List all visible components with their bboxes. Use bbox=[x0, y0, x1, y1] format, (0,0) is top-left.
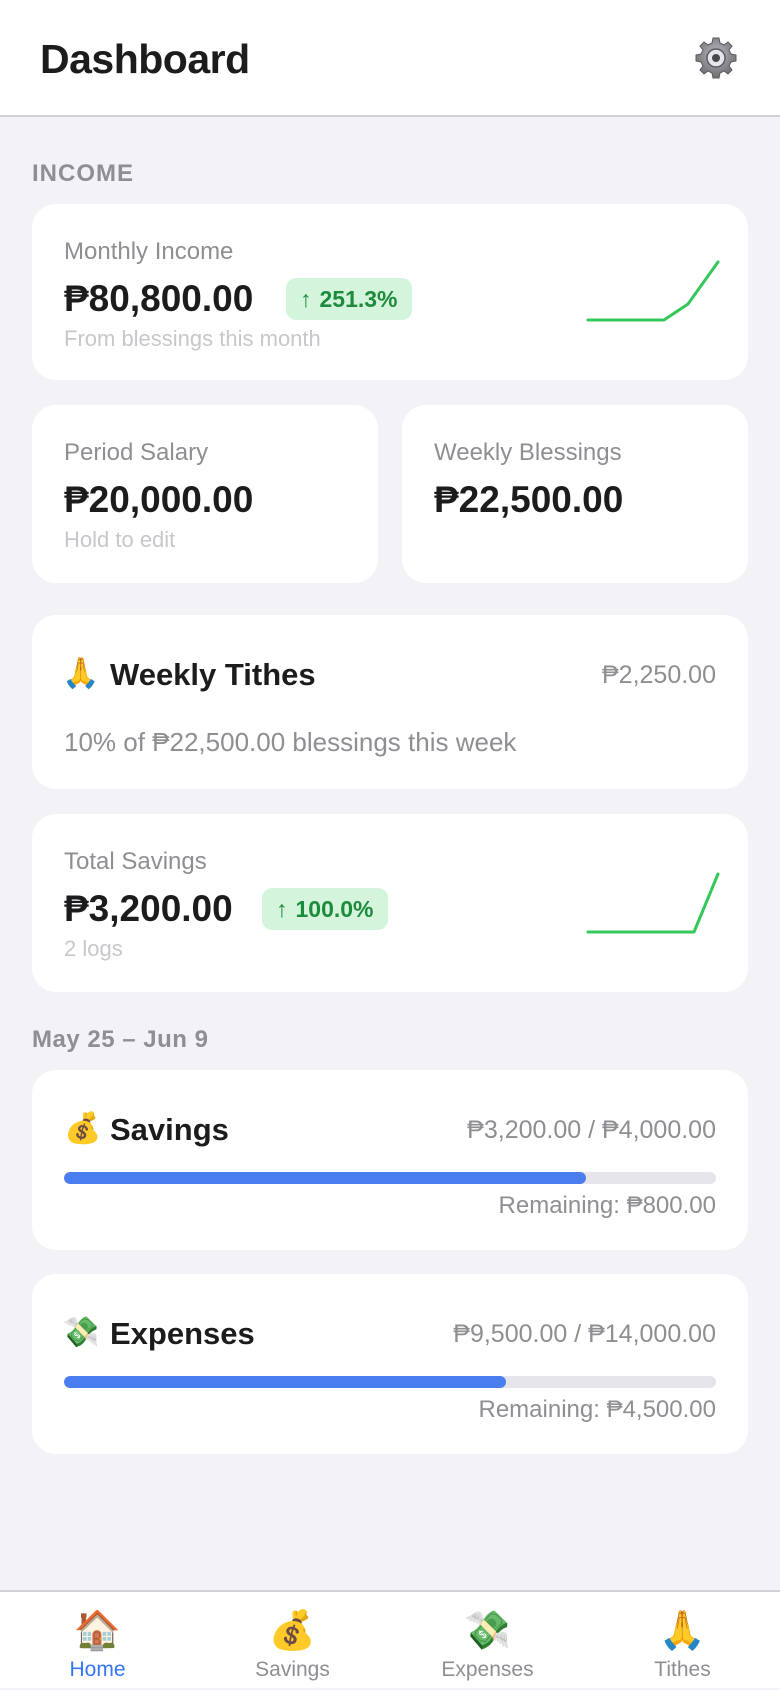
total-savings-label: Total Savings bbox=[64, 848, 207, 875]
tab-tithes-label: Tithes bbox=[654, 1658, 711, 1681]
period-salary-label: Period Salary bbox=[64, 439, 209, 466]
total-savings-note: 2 logs bbox=[64, 936, 123, 961]
expenses-budget-title: Expenses bbox=[110, 1316, 255, 1351]
weekly-blessings-amount: ₱22,500.00 bbox=[434, 479, 624, 520]
weekly-tithes-title: Weekly Tithes bbox=[110, 657, 316, 692]
savings-remaining: Remaining: ₱800.00 bbox=[498, 1192, 716, 1219]
weekly-tithes-card[interactable]: 🙏 Weekly Tithes ₱2,250.00 10% of ₱22,500… bbox=[32, 615, 748, 789]
expenses-budget-amount: ₱9,500.00 / ₱14,000.00 bbox=[453, 1320, 716, 1348]
tab-home-label: Home bbox=[69, 1658, 126, 1681]
monthly-income-note: From blessings this month bbox=[64, 326, 321, 351]
total-savings-sparkline bbox=[586, 872, 720, 934]
savings-budget-card[interactable]: 💰 Savings ₱3,200.00 / ₱4,000.00 Remainin… bbox=[32, 1070, 748, 1250]
total-savings-change-badge: ↑ 100.0% bbox=[262, 888, 388, 930]
total-savings-amount: ₱3,200.00 bbox=[64, 888, 233, 929]
monthly-income-change-badge: ↑ 251.3% bbox=[286, 278, 412, 320]
monthly-income-card[interactable]: Monthly Income ₱80,800.00 ↑ 251.3% From … bbox=[32, 204, 748, 380]
house-icon: 🏠 bbox=[73, 1610, 122, 1652]
monthly-income-sparkline bbox=[586, 260, 720, 322]
arrow-up-icon: ↑ bbox=[276, 895, 288, 922]
weekly-tithes-note: 10% of ₱22,500.00 blessings this week bbox=[64, 727, 517, 757]
tab-savings-label: Savings bbox=[255, 1658, 330, 1681]
money-with-wings-icon: 💸 bbox=[62, 1316, 100, 1349]
expenses-remaining: Remaining: ₱4,500.00 bbox=[478, 1396, 717, 1423]
period-salary-card[interactable]: Period Salary ₱20,000.00 Hold to edit bbox=[32, 405, 378, 583]
tab-home[interactable]: 🏠 Home bbox=[0, 1592, 195, 1690]
tab-tithes[interactable]: 🙏 Tithes bbox=[585, 1592, 780, 1690]
money-bag-icon: 💰 bbox=[268, 1610, 317, 1652]
total-savings-change: 100.0% bbox=[295, 895, 374, 922]
expenses-budget-card[interactable]: 💸 Expenses ₱9,500.00 / ₱14,000.00 Remain… bbox=[32, 1274, 748, 1454]
period-range-label: May 25 – Jun 9 bbox=[32, 1026, 209, 1053]
money-bag-icon: 💰 bbox=[64, 1112, 102, 1145]
weekly-blessings-label: Weekly Blessings bbox=[434, 439, 622, 466]
weekly-blessings-card[interactable]: Weekly Blessings ₱22,500.00 bbox=[402, 405, 748, 583]
monthly-income-label: Monthly Income bbox=[64, 238, 234, 265]
monthly-income-change: 251.3% bbox=[319, 285, 398, 312]
money-with-wings-icon: 💸 bbox=[463, 1610, 512, 1652]
income-section-label: INCOME bbox=[32, 160, 134, 187]
savings-progress-track bbox=[64, 1172, 716, 1184]
savings-progress-fill bbox=[64, 1172, 586, 1184]
tab-expenses[interactable]: 💸 Expenses bbox=[390, 1592, 585, 1690]
page-title: Dashboard bbox=[40, 36, 250, 82]
period-salary-amount: ₱20,000.00 bbox=[64, 479, 254, 520]
weekly-tithes-amount: ₱2,250.00 bbox=[602, 661, 716, 689]
expenses-progress-track bbox=[64, 1376, 716, 1388]
tab-savings[interactable]: 💰 Savings bbox=[195, 1592, 390, 1690]
gear-icon[interactable] bbox=[694, 36, 738, 80]
period-salary-note: Hold to edit bbox=[64, 527, 176, 552]
praying-hands-icon: 🙏 bbox=[62, 657, 100, 690]
header: Dashboard bbox=[0, 0, 780, 117]
praying-hands-icon: 🙏 bbox=[658, 1610, 707, 1652]
monthly-income-amount: ₱80,800.00 bbox=[64, 278, 254, 319]
tab-expenses-label: Expenses bbox=[441, 1658, 534, 1681]
expenses-progress-fill bbox=[64, 1376, 507, 1388]
savings-budget-title: Savings bbox=[110, 1112, 229, 1147]
tab-bar: 🏠 Home 💰 Savings 💸 Expenses 🙏 Tithes bbox=[0, 1590, 780, 1688]
savings-budget-amount: ₱3,200.00 / ₱4,000.00 bbox=[467, 1116, 716, 1144]
total-savings-card[interactable]: Total Savings ₱3,200.00 ↑ 100.0% 2 logs bbox=[32, 814, 748, 992]
arrow-up-icon: ↑ bbox=[300, 285, 312, 312]
